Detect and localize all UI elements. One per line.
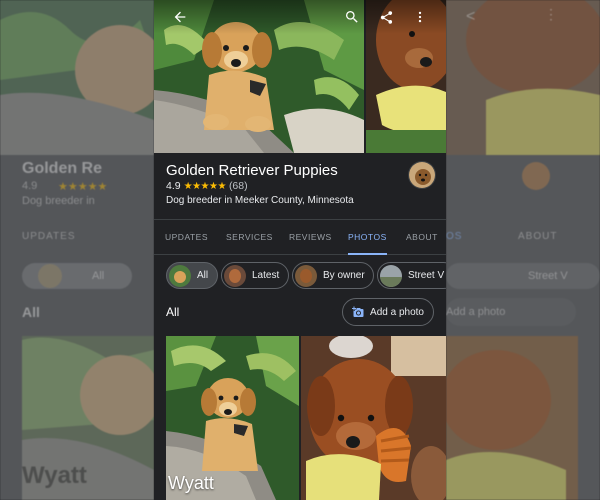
search-icon[interactable] [340, 6, 364, 28]
ghost-caption: Wyatt [22, 462, 87, 489]
place-header: Golden Retriever Puppies 4.9 ★★★★★ (68) … [154, 153, 446, 219]
add-photo-icon [352, 306, 364, 317]
photo-tile-1[interactable]: Wyatt [166, 336, 299, 500]
ghost-share-icon: < [466, 8, 476, 25]
ghost-tab-partial: OS [446, 231, 463, 242]
share-icon[interactable] [374, 6, 398, 28]
top-app-bar [154, 0, 446, 34]
chip-by-owner-label: By owner [323, 270, 365, 281]
tab-photos[interactable]: PHOTOS [348, 220, 387, 255]
chip-latest[interactable]: Latest [221, 262, 289, 289]
add-photo-button[interactable]: Add a photo [342, 298, 434, 326]
ghost-title: Golden Re [22, 160, 103, 177]
left-blurred-panel: Golden Re 4.9 ★★★★★ Dog breeder in UPDAT… [0, 0, 154, 500]
left-dim-overlay [0, 0, 154, 500]
avatar[interactable] [408, 161, 436, 189]
ghost-section: All [22, 304, 40, 320]
ghost-rating: 4.9 [22, 180, 38, 192]
rating-row[interactable]: 4.9 ★★★★★ (68) [166, 180, 248, 192]
right-dim-overlay [446, 0, 600, 500]
photo-tile-2[interactable] [301, 336, 446, 500]
photo-red-puppy-with-toy [301, 336, 446, 500]
photos-section-header: All Add a photo [154, 298, 446, 328]
chip-all-thumbnail [169, 264, 191, 287]
chip-by-owner[interactable]: By owner [292, 262, 374, 289]
right-blurred-panel: OS ABOUT Street V Add a photo < ⋮ [446, 0, 600, 500]
ghost-chip-street: Street V [528, 270, 568, 282]
rating-value: 4.9 [166, 180, 181, 192]
ghost-category: Dog breeder in [22, 195, 95, 207]
place-photos-screen: Golden Retriever Puppies 4.9 ★★★★★ (68) … [154, 0, 446, 500]
chip-all[interactable]: All [166, 262, 218, 289]
tab-services[interactable]: SERVICES [226, 220, 273, 255]
place-title: Golden Retriever Puppies [166, 162, 338, 179]
arrow-back-icon[interactable] [168, 6, 192, 28]
tab-about[interactable]: ABOUT [406, 220, 438, 255]
chip-all-label: All [197, 270, 209, 281]
ghost-stars: ★★★★★ [58, 181, 108, 193]
add-photo-label: Add a photo [370, 306, 424, 318]
photo-filter-chips: All Latest By owner Street V [154, 262, 446, 290]
more-vert-icon[interactable] [408, 6, 432, 28]
chip-latest-label: Latest [252, 270, 280, 281]
tab-reviews[interactable]: REVIEWS [289, 220, 332, 255]
ghost-tab: UPDATES [22, 231, 76, 242]
chip-by-owner-thumbnail [295, 264, 317, 287]
photo-caption: Wyatt [168, 473, 214, 493]
ghost-tab-about: ABOUT [518, 231, 558, 242]
ghost-chip: All [92, 270, 105, 282]
review-count: (68) [228, 180, 248, 192]
tab-updates[interactable]: UPDATES [165, 220, 208, 255]
place-category: Dog breeder in Meeker County, Minnesota [166, 195, 354, 206]
tab-bar: UPDATES SERVICES REVIEWS PHOTOS ABOUT [154, 219, 446, 255]
star-rating-icon: ★★★★★ [183, 180, 227, 192]
chip-latest-thumbnail [224, 264, 246, 287]
ghost-add-photo: Add a photo [446, 306, 506, 318]
avatar-puppy-icon [409, 162, 435, 188]
chip-street-view-thumbnail [380, 264, 402, 287]
ghost-menu-icon: ⋮ [544, 6, 558, 22]
chip-street-view-label: Street V [408, 270, 445, 281]
chip-street-view[interactable]: Street V [377, 262, 446, 289]
section-title: All [166, 305, 180, 319]
